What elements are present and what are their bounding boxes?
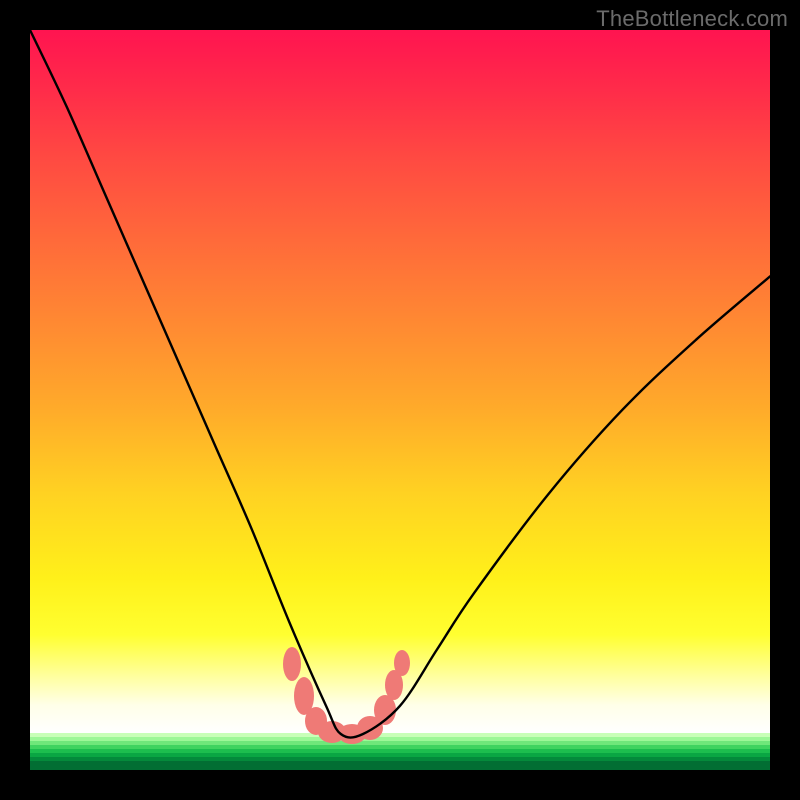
green-band xyxy=(30,765,770,770)
chart-frame xyxy=(30,30,770,770)
heat-gradient xyxy=(30,30,770,733)
watermark-text: TheBottleneck.com xyxy=(596,6,788,32)
